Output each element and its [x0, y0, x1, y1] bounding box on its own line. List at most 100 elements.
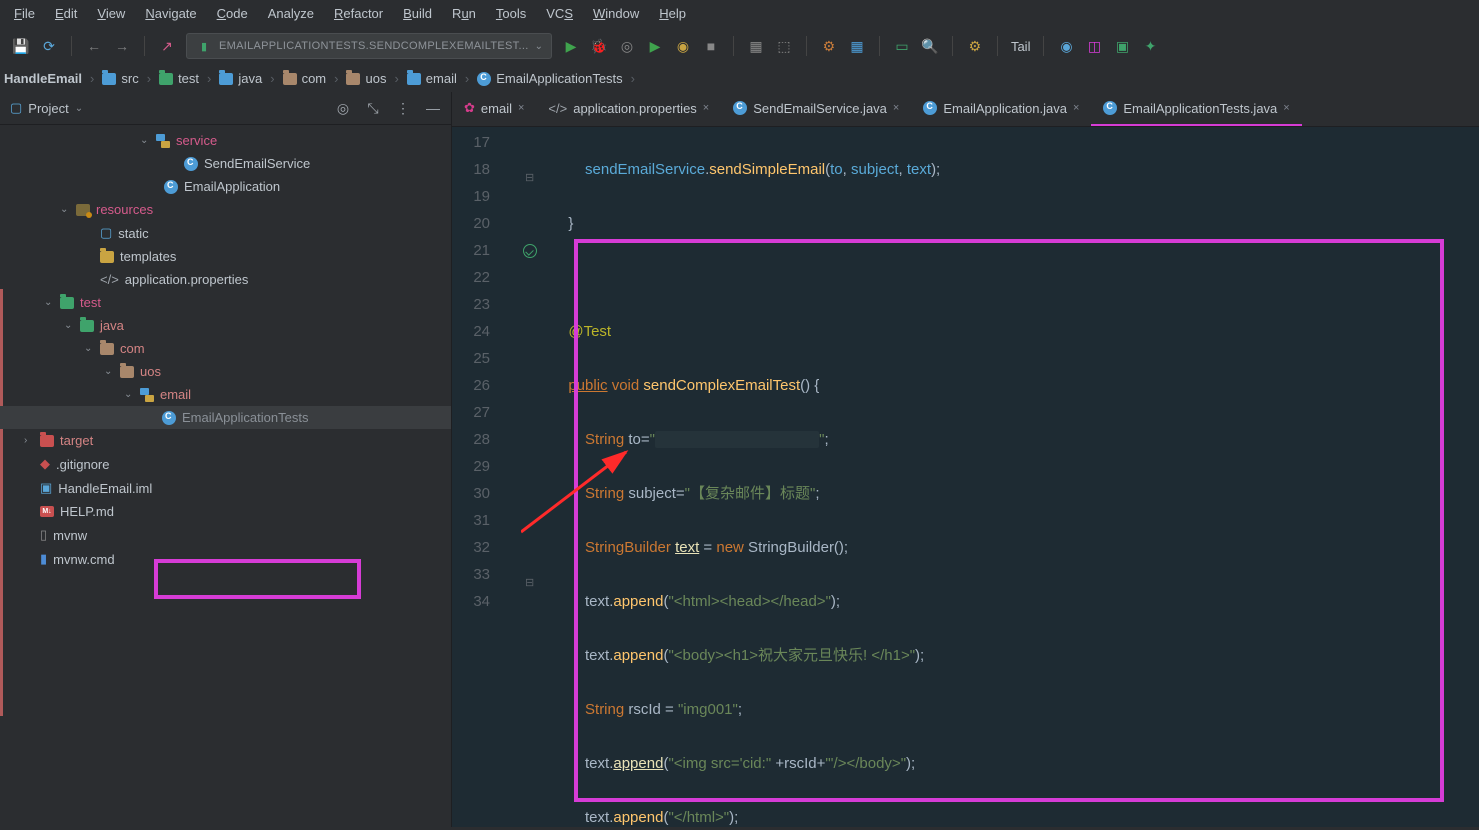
- locate-icon[interactable]: ◎: [335, 100, 351, 116]
- tree-file-mvnw[interactable]: ▯mvnw: [0, 523, 451, 547]
- bc-uos[interactable]: uos: [346, 71, 386, 86]
- line-number: 22: [452, 264, 490, 291]
- plugin3-icon[interactable]: ▣: [1113, 37, 1131, 55]
- close-icon[interactable]: ×: [518, 102, 524, 114]
- run2-icon[interactable]: ▶: [646, 37, 664, 55]
- code-editor[interactable]: 17 18 19 20 21 22 23 24 25 26 27 28 29 3…: [452, 127, 1479, 827]
- project-tool-header: ▢ Project ⌄ ◎ ⤡ ⋮ —: [0, 92, 451, 125]
- tab-emailapplication[interactable]: EmailApplication.java×: [911, 92, 1091, 126]
- back-icon[interactable]: ←: [85, 37, 103, 55]
- settings-icon[interactable]: ⚙: [820, 37, 838, 55]
- plugin2-icon[interactable]: ◫: [1085, 37, 1103, 55]
- menu-view[interactable]: View: [97, 6, 125, 21]
- bc-project[interactable]: HandleEmail: [4, 71, 82, 86]
- search-icon[interactable]: 🔍: [921, 37, 939, 55]
- tree-folder-java[interactable]: ⌄java: [0, 314, 451, 337]
- menu-file[interactable]: File: [14, 6, 35, 21]
- chevron-down-icon[interactable]: ⌄: [75, 103, 83, 114]
- tree-class-emailapptests[interactable]: EmailApplicationTests: [0, 406, 451, 429]
- tree-file-gitignore[interactable]: ◆.gitignore: [0, 452, 451, 476]
- project-tool-title[interactable]: Project: [28, 101, 68, 116]
- menu-refactor[interactable]: Refactor: [334, 6, 383, 21]
- coverage-icon[interactable]: ◎: [618, 37, 636, 55]
- tree-file-appprops[interactable]: </>application.properties: [0, 268, 451, 291]
- tree-folder-resources[interactable]: ⌄resources: [0, 198, 451, 221]
- menu-navigate[interactable]: Navigate: [145, 6, 196, 21]
- chevron-right-icon: ›: [90, 71, 94, 86]
- forward-icon[interactable]: →: [113, 37, 131, 55]
- line-number: 18: [452, 156, 490, 183]
- tree-folder-service[interactable]: ⌄service: [0, 129, 451, 152]
- tree-folder-target[interactable]: ›target: [0, 429, 451, 452]
- tree-file-iml[interactable]: ▣HandleEmail.iml: [0, 476, 451, 500]
- code-content[interactable]: sendEmailService.sendSimpleEmail(to, sub…: [550, 127, 1479, 827]
- minimize-icon[interactable]: —: [425, 100, 441, 116]
- grid-icon[interactable]: ▦: [848, 37, 866, 55]
- bc-email[interactable]: email: [407, 71, 457, 86]
- tree-label: mvnw: [53, 528, 87, 543]
- tool1-icon[interactable]: ▦: [747, 37, 765, 55]
- fold-icon[interactable]: ⊟: [525, 165, 535, 175]
- tree-folder-email[interactable]: ⌄email: [0, 383, 451, 406]
- stop-icon[interactable]: ■: [702, 37, 720, 55]
- tab-email[interactable]: ✿email×: [452, 92, 536, 126]
- collapse-icon[interactable]: ⤡: [365, 100, 381, 116]
- tree-file-mvnwcmd[interactable]: ▮mvnw.cmd: [0, 547, 451, 571]
- run-icon[interactable]: ▶: [562, 37, 580, 55]
- menu-build[interactable]: Build: [403, 6, 432, 21]
- gutter-annotations: ⊟ ⊟: [510, 127, 550, 827]
- save-icon[interactable]: 💾: [12, 37, 30, 55]
- terminal-icon[interactable]: ▭: [893, 37, 911, 55]
- build-icon[interactable]: ↗: [158, 37, 176, 55]
- line-number: 34: [452, 588, 490, 615]
- tail-label[interactable]: Tail: [1011, 39, 1031, 54]
- tab-sendemailservice[interactable]: SendEmailService.java×: [721, 92, 911, 126]
- folder-icon: [100, 343, 114, 355]
- refresh-icon[interactable]: ⟳: [40, 37, 58, 55]
- debug-icon[interactable]: 🐞: [590, 37, 608, 55]
- tab-emailapptests[interactable]: EmailApplicationTests.java×: [1091, 92, 1301, 126]
- class-icon: [733, 101, 747, 115]
- menu-tools[interactable]: Tools: [496, 6, 526, 21]
- menu-vcs[interactable]: VCS: [546, 6, 573, 21]
- menu-code[interactable]: Code: [217, 6, 248, 21]
- tree-folder-test[interactable]: ⌄test: [0, 291, 451, 314]
- editor-area: ✿email× </>application.properties× SendE…: [452, 92, 1479, 827]
- bc-com[interactable]: com: [283, 71, 327, 86]
- menu-run[interactable]: Run: [452, 6, 476, 21]
- tree-folder-static[interactable]: ▢static: [0, 221, 451, 245]
- class-icon: [1103, 101, 1117, 115]
- close-icon[interactable]: ×: [703, 102, 709, 114]
- menu-help[interactable]: Help: [659, 6, 686, 21]
- close-icon[interactable]: ×: [893, 102, 899, 114]
- profile-icon[interactable]: ◉: [674, 37, 692, 55]
- tree-class-emailapplication[interactable]: EmailApplication: [0, 175, 451, 198]
- tool2-icon[interactable]: ⬚: [775, 37, 793, 55]
- plugin4-icon[interactable]: ✦: [1141, 37, 1159, 55]
- fold-icon[interactable]: ⊟: [525, 570, 535, 580]
- tree-file-helpmd[interactable]: M↓HELP.md: [0, 500, 451, 523]
- tree-label: com: [120, 341, 145, 356]
- tree-class-sendemailservice[interactable]: SendEmailService: [0, 152, 451, 175]
- tree-folder-uos[interactable]: ⌄uos: [0, 360, 451, 383]
- folder-icon: [60, 297, 74, 309]
- close-icon[interactable]: ×: [1283, 102, 1289, 114]
- chevron-down-icon: ⌄: [84, 343, 94, 354]
- plugin1-icon[interactable]: ◉: [1057, 37, 1075, 55]
- menu-edit[interactable]: Edit: [55, 6, 77, 21]
- bc-class[interactable]: EmailApplicationTests: [477, 71, 622, 86]
- run-test-icon[interactable]: [523, 244, 537, 258]
- menu-analyze[interactable]: Analyze: [268, 6, 314, 21]
- bc-src[interactable]: src: [102, 71, 138, 86]
- bc-test[interactable]: test: [159, 71, 199, 86]
- tree-folder-com[interactable]: ⌄ com: [0, 337, 451, 360]
- options-icon[interactable]: ⋮: [395, 100, 411, 116]
- tree-folder-templates[interactable]: templates: [0, 245, 451, 268]
- project-tree: ⌄service SendEmailService EmailApplicati…: [0, 125, 451, 827]
- run-config-dropdown[interactable]: ▮ EMAILAPPLICATIONTESTS.SENDCOMPLEXEMAIL…: [186, 33, 552, 59]
- menu-window[interactable]: Window: [593, 6, 639, 21]
- gear2-icon[interactable]: ⚙: [966, 37, 984, 55]
- tab-appprops[interactable]: </>application.properties×: [536, 92, 721, 126]
- bc-java[interactable]: java: [219, 71, 262, 86]
- close-icon[interactable]: ×: [1073, 102, 1079, 114]
